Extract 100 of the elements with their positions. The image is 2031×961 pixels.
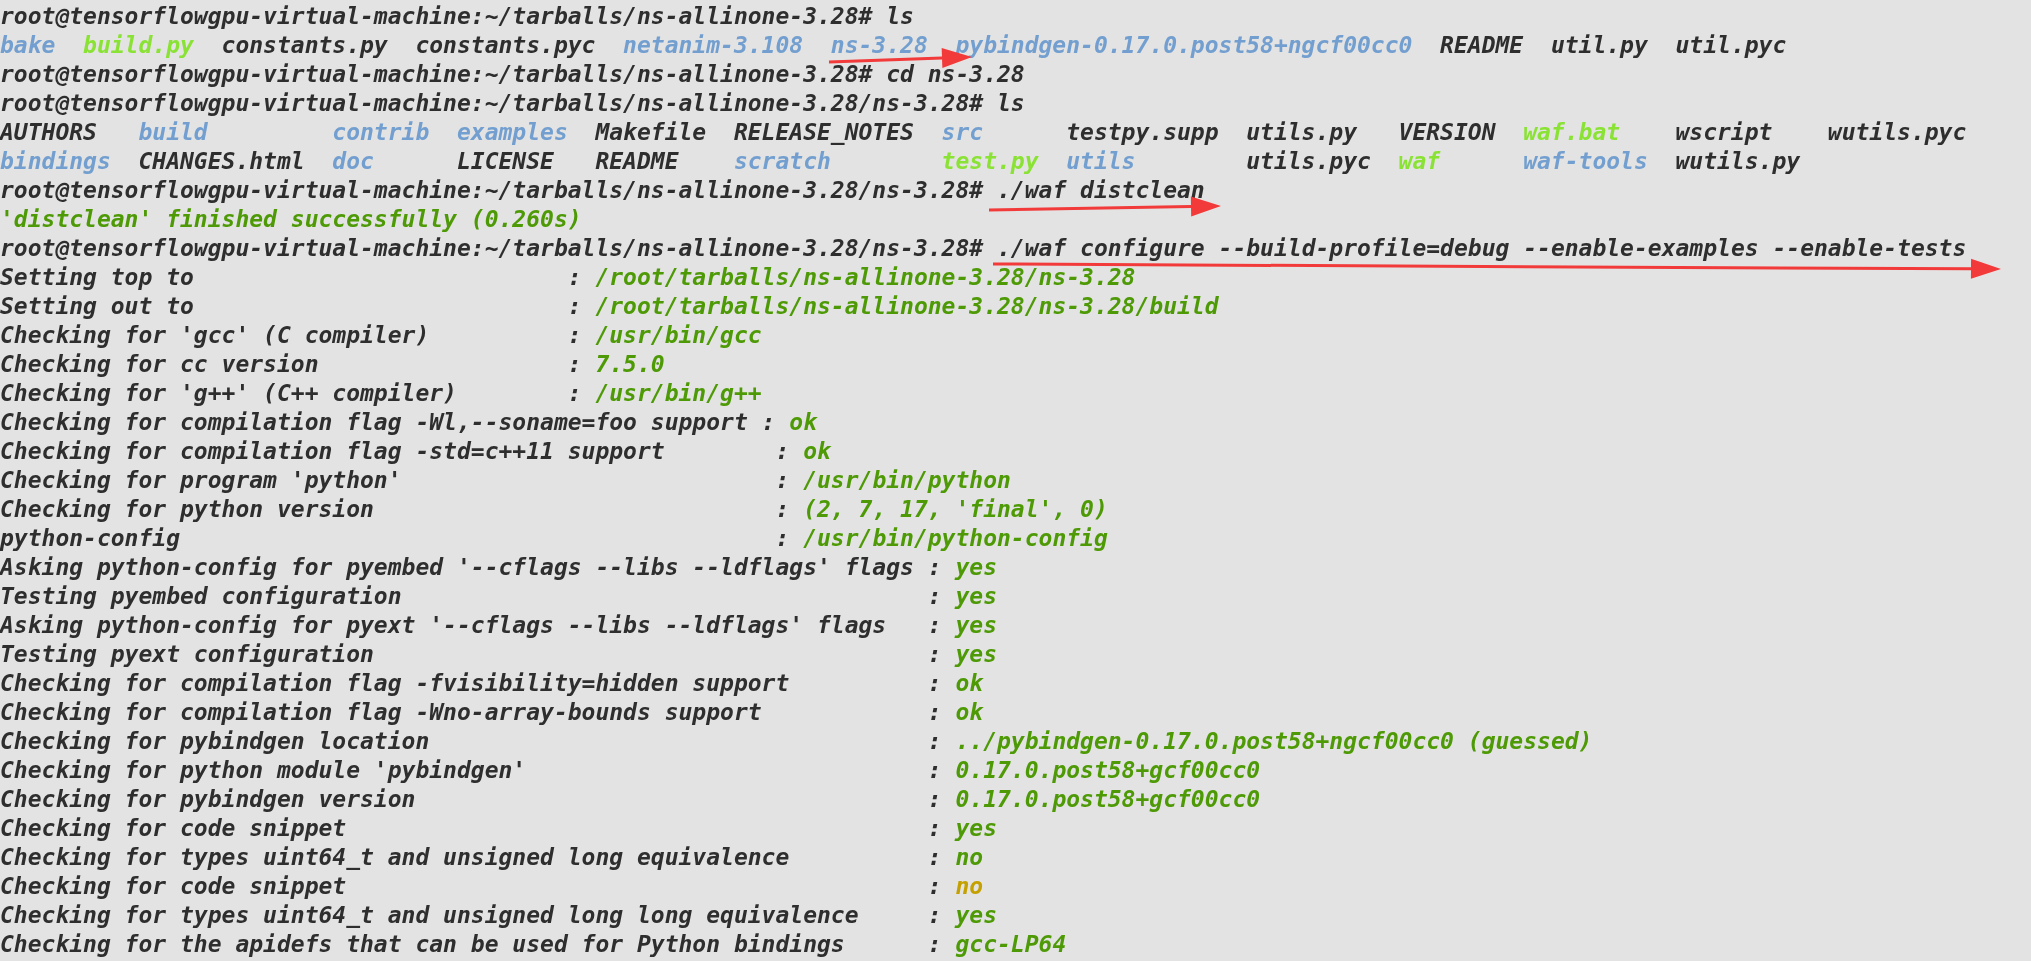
command-line: root@tensorflowgpu-virtual-machine:~/tarballs/ns-allinone-3.28/ns-3.28# ./waf distclean xyxy=(0,176,1205,205)
check-result: /usr/bin/gcc xyxy=(595,321,762,350)
file-name: VERSION xyxy=(1398,118,1496,147)
check-label: Checking for compilation flag -Wno-array-bounds support xyxy=(0,698,763,727)
colon-separator: : xyxy=(927,669,942,698)
file-name: wscript xyxy=(1675,118,1774,147)
check-label: python-config xyxy=(0,524,181,553)
check-result: gcc-LP64 xyxy=(955,930,1067,959)
file-name: doc xyxy=(332,147,375,176)
command-line: root@tensorflowgpu-virtual-machine:~/tarballs/ns-allinone-3.28# ls xyxy=(0,2,914,31)
check-result: /usr/bin/g++ xyxy=(595,379,762,408)
file-name: constants.pyc xyxy=(415,31,596,58)
check-label: Checking for pybindgen version xyxy=(0,785,417,814)
file-name: build.py xyxy=(83,31,194,58)
file-name: examples xyxy=(456,118,568,147)
check-label: Checking for python version xyxy=(0,495,375,524)
colon-separator: : xyxy=(927,756,942,785)
check-result: yes xyxy=(955,582,997,611)
check-label: Checking for compilation flag -std=c++11 support xyxy=(0,437,666,466)
check-label: Checking for program 'python' xyxy=(0,466,403,495)
file-name: utils.py xyxy=(1246,118,1358,147)
colon-separator: : xyxy=(927,582,942,611)
output-line: 'distclean' finished successfully (0.260s) xyxy=(0,205,582,234)
check-label: Checking for cc version xyxy=(0,350,320,379)
file-name: utils.pyc xyxy=(1246,147,1371,176)
file-name: src xyxy=(941,118,985,147)
file-name: build xyxy=(138,118,209,147)
file-name: wutils.py xyxy=(1675,147,1801,176)
check-label: Checking for 'g++' (C++ compiler) xyxy=(0,379,458,408)
colon-separator: : xyxy=(927,727,942,756)
check-result: ok xyxy=(955,669,984,698)
check-label: Testing pyext configuration xyxy=(0,640,375,669)
file-name: utils xyxy=(1066,147,1137,176)
file-name: testpy.supp xyxy=(1066,118,1219,147)
check-result: yes xyxy=(955,901,997,930)
check-result: /root/tarballs/ns-allinone-3.28/ns-3.28/build xyxy=(595,292,1219,321)
check-label: Checking for code snippet xyxy=(0,814,348,843)
check-result: 0.17.0.post58+gcf00cc0 xyxy=(955,756,1261,785)
colon-separator: : xyxy=(927,698,942,727)
colon-separator: : xyxy=(761,408,776,437)
command-line: root@tensorflowgpu-virtual-machine:~/tarballs/ns-allinone-3.28/ns-3.28# ls xyxy=(0,89,1025,118)
file-name: contrib xyxy=(332,118,430,147)
command-line: root@tensorflowgpu-virtual-machine:~/tarballs/ns-allinone-3.28/ns-3.28# ./waf configure --build-profile=debug --enable-examples --enable-tests xyxy=(0,234,1967,263)
check-label: Checking for the apidefs that can be used for Python bindings xyxy=(0,930,846,959)
file-name: pybindgen-0.17.0.post58+ngcf00cc0 xyxy=(955,31,1413,58)
check-label: Setting out to xyxy=(0,292,195,321)
colon-separator: : xyxy=(775,495,790,524)
file-name: util.py xyxy=(1550,31,1648,58)
check-label: Checking for code snippet xyxy=(0,872,348,901)
check-label: Checking for compilation flag -Wl,--soname=foo support xyxy=(0,408,749,437)
file-name: RELEASE_NOTES xyxy=(733,118,914,147)
check-label: Checking for types uint64_t and unsigned long long equivalence xyxy=(0,901,860,930)
check-label: Checking for 'gcc' (C compiler) xyxy=(0,321,431,350)
colon-separator: : xyxy=(567,379,582,408)
check-result: no xyxy=(955,872,984,901)
file-name: LICENSE xyxy=(456,147,555,176)
check-result: no xyxy=(955,843,984,872)
file-name: README xyxy=(1440,31,1524,58)
colon-separator: : xyxy=(567,263,582,292)
colon-separator: : xyxy=(927,785,942,814)
check-result: /usr/bin/python-config xyxy=(803,524,1108,553)
file-name: waf xyxy=(1398,147,1442,176)
file-name: constants.py xyxy=(221,31,388,58)
check-label: Checking for python module 'pybindgen' xyxy=(0,756,528,785)
check-result: /root/tarballs/ns-allinone-3.28/ns-3.28 xyxy=(595,263,1136,292)
check-label: Setting top to xyxy=(0,263,195,292)
check-result: ok xyxy=(955,698,984,727)
check-label: Checking for pybindgen location xyxy=(0,727,431,756)
file-name: README xyxy=(595,147,680,176)
check-result: (2, 7, 17, 'final', 0) xyxy=(803,495,1108,524)
check-result: ok xyxy=(789,408,817,437)
colon-separator: : xyxy=(927,843,942,872)
file-name: test.py xyxy=(941,147,1039,176)
colon-separator: : xyxy=(775,466,790,495)
colon-separator: : xyxy=(927,930,942,959)
check-result: yes xyxy=(955,611,997,640)
file-name: bindings xyxy=(0,147,111,176)
file-name: waf.bat xyxy=(1523,118,1622,147)
file-name: ns-3.28 xyxy=(830,31,928,58)
colon-separator: : xyxy=(927,553,942,582)
check-result: /usr/bin/python xyxy=(803,466,1011,495)
file-name: CHANGES.html xyxy=(138,147,305,176)
colon-separator: : xyxy=(927,611,942,640)
file-name: bake xyxy=(0,31,56,58)
colon-separator: : xyxy=(927,901,942,930)
command-line: root@tensorflowgpu-virtual-machine:~/tarballs/ns-allinone-3.28# cd ns-3.28 xyxy=(0,60,1025,89)
colon-separator: : xyxy=(927,640,942,669)
colon-separator: : xyxy=(775,437,790,466)
file-name: util.pyc xyxy=(1675,31,1787,58)
file-name: wutils.pyc xyxy=(1827,118,1967,147)
file-name: netanim-3.108 xyxy=(623,31,804,58)
check-result: yes xyxy=(955,814,997,843)
check-result: yes xyxy=(955,640,997,669)
file-name: waf-tools xyxy=(1523,147,1648,176)
file-name: Makefile xyxy=(595,118,707,147)
colon-separator: : xyxy=(567,350,582,379)
check-label: Checking for compilation flag -fvisibility=hidden support xyxy=(0,669,791,698)
colon-separator: : xyxy=(927,872,942,901)
colon-separator: : xyxy=(567,321,582,350)
colon-separator: : xyxy=(567,292,582,321)
